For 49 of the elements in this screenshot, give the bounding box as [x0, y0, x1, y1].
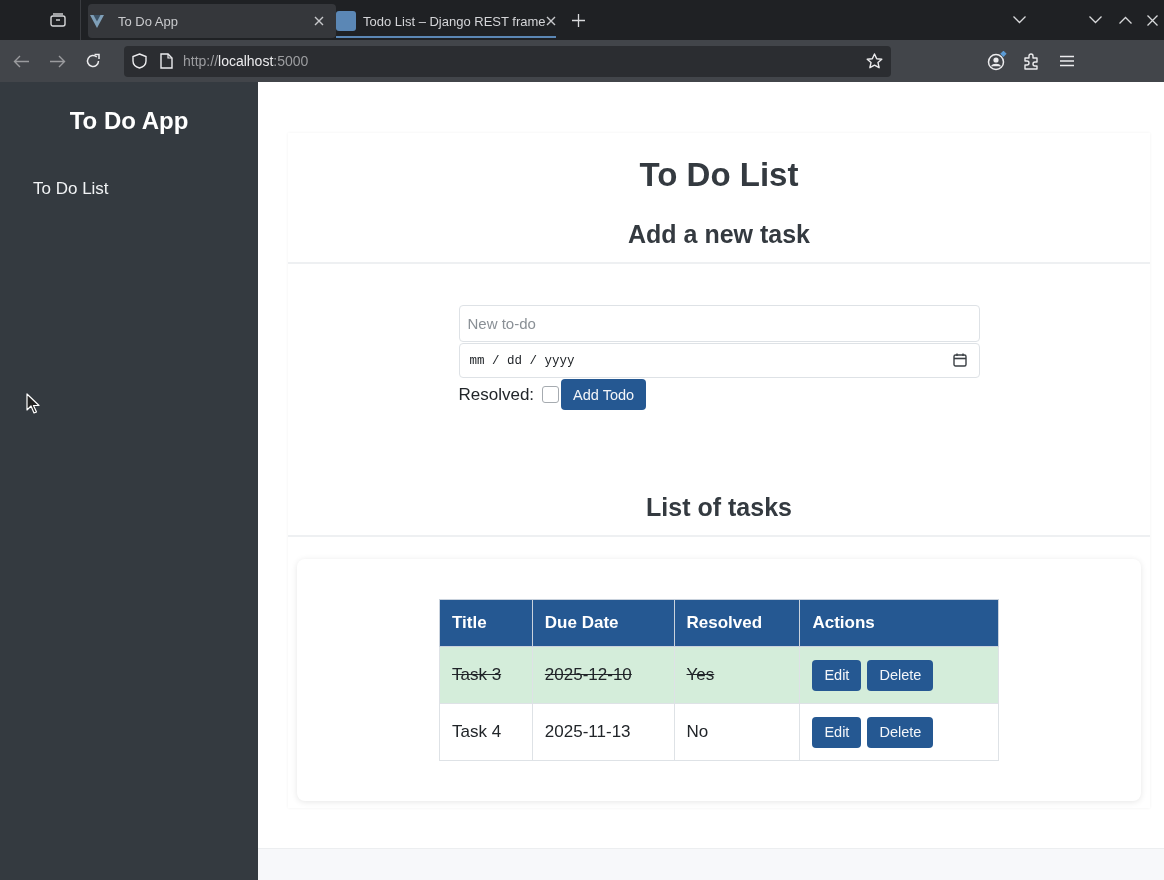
back-arrow-icon[interactable]	[13, 54, 30, 68]
square-icon	[336, 11, 356, 31]
add-todo-button[interactable]: Add Todo	[561, 379, 647, 410]
resolved-checkbox[interactable]	[542, 386, 560, 403]
delete-button[interactable]: Delete	[867, 716, 934, 748]
browser-tab[interactable]: To Do App	[88, 4, 336, 38]
table-cell: No	[674, 703, 800, 761]
star-icon[interactable]	[866, 53, 883, 69]
reload-icon[interactable]	[85, 53, 101, 69]
column-header: Title	[439, 599, 533, 647]
checkbox-label: Resolved:	[458, 384, 535, 405]
column-header: Due Date	[532, 599, 674, 647]
close-icon[interactable]	[545, 16, 556, 26]
app-title: To Do App	[69, 106, 189, 135]
forward-arrow-icon[interactable]	[49, 54, 66, 68]
table-cell: Task 4	[439, 703, 533, 761]
table-cell: 2025-11-13	[532, 703, 674, 761]
puzzle-icon[interactable]	[1024, 52, 1040, 70]
address-bar[interactable]: http://localhost:5000	[124, 45, 891, 77]
section-heading: Add a new task	[628, 219, 810, 249]
edit-button[interactable]: Edit	[812, 659, 862, 691]
table-cell: Task 3	[439, 646, 533, 704]
table-cell: 2025-12-10	[532, 646, 674, 704]
minimize-icon[interactable]	[1089, 16, 1102, 24]
edit-button[interactable]: Edit	[812, 716, 862, 748]
mouse-pointer-icon	[26, 393, 40, 414]
maximize-icon[interactable]	[1119, 16, 1132, 24]
delete-button[interactable]: Delete	[867, 659, 934, 691]
close-icon[interactable]	[314, 16, 324, 26]
account-icon[interactable]	[987, 51, 1007, 71]
section-heading: List of tasks	[646, 492, 792, 522]
sidebar-link[interactable]: To Do List	[33, 178, 109, 200]
browser-tab[interactable]: Todo List – Django REST frame	[336, 4, 556, 38]
close-icon[interactable]	[1147, 14, 1158, 26]
page-icon[interactable]	[160, 53, 173, 69]
menu-icon[interactable]	[1060, 55, 1074, 67]
plus-icon[interactable]	[571, 13, 585, 27]
calendar-icon[interactable]	[952, 353, 967, 367]
triangle-logo-icon	[90, 14, 104, 28]
shield-icon[interactable]	[132, 53, 147, 69]
url-text: http://localhost:5000	[183, 53, 309, 69]
table-cell: Yes	[674, 646, 800, 704]
column-header: Actions	[799, 599, 999, 647]
title-input[interactable]: New to-do	[458, 305, 980, 342]
chevron-down-icon[interactable]	[1013, 16, 1026, 24]
page-title: To Do List	[639, 155, 799, 195]
date-input[interactable]: mm / dd / yyyy	[458, 343, 980, 378]
column-header: Resolved	[674, 599, 800, 647]
archive-box-icon[interactable]	[50, 13, 66, 27]
